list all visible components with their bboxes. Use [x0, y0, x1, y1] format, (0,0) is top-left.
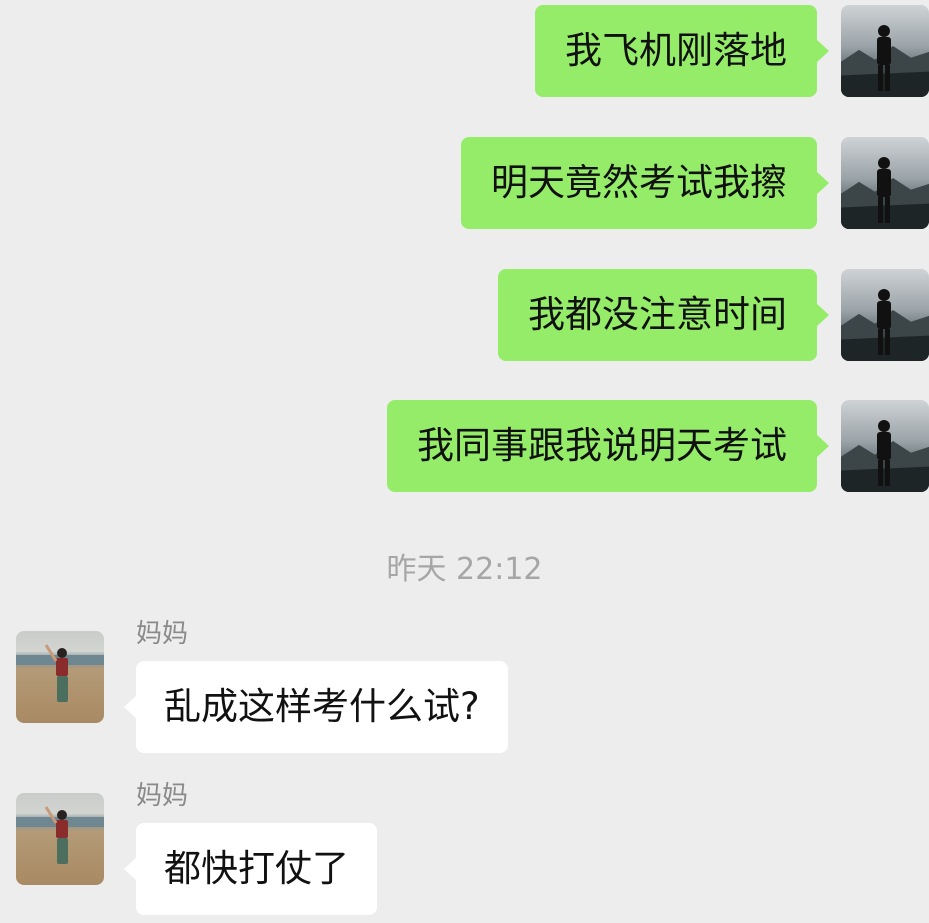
message-row-incoming: 妈妈 乱成这样考什么试? — [0, 619, 929, 761]
person-silhouette-icon — [877, 289, 891, 355]
message-row-outgoing: 我同事跟我说明天考试 — [0, 400, 929, 492]
beach-photo-icon — [16, 644, 104, 702]
message-bubble-outgoing[interactable]: 我同事跟我说明天考试 — [387, 400, 829, 492]
message-row-incoming: 妈妈 都快打仗了 — [0, 781, 929, 923]
self-avatar[interactable] — [841, 269, 929, 361]
message-row-outgoing: 我飞机刚落地 — [0, 5, 929, 97]
message-bubble-outgoing[interactable]: 明天竟然考试我擦 — [461, 137, 829, 229]
mom-avatar[interactable] — [16, 631, 104, 723]
sender-name: 妈妈 — [136, 619, 189, 649]
self-avatar[interactable] — [841, 5, 929, 97]
chat-area: 我飞机刚落地 明天竟然考试我擦 我都没注意时间 我同事跟我说明天考试 昨天 22… — [0, 0, 929, 916]
person-silhouette-icon — [877, 25, 891, 91]
self-avatar[interactable] — [841, 400, 929, 492]
beach-photo-icon — [16, 806, 104, 864]
person-silhouette-icon — [877, 420, 891, 486]
message-bubble-outgoing[interactable]: 我飞机刚落地 — [535, 5, 829, 97]
message-timestamp: 昨天 22:12 — [386, 552, 543, 587]
message-row-outgoing: 我都没注意时间 — [0, 269, 929, 361]
self-avatar[interactable] — [841, 137, 929, 229]
message-row-outgoing: 明天竟然考试我擦 — [0, 137, 929, 229]
person-silhouette-icon — [877, 157, 891, 223]
message-bubble-incoming[interactable]: 乱成这样考什么试? — [124, 661, 508, 753]
message-bubble-outgoing[interactable]: 我都没注意时间 — [498, 269, 829, 361]
sender-name: 妈妈 — [136, 781, 189, 811]
message-bubble-incoming[interactable]: 都快打仗了 — [124, 823, 377, 915]
mom-avatar[interactable] — [16, 793, 104, 885]
